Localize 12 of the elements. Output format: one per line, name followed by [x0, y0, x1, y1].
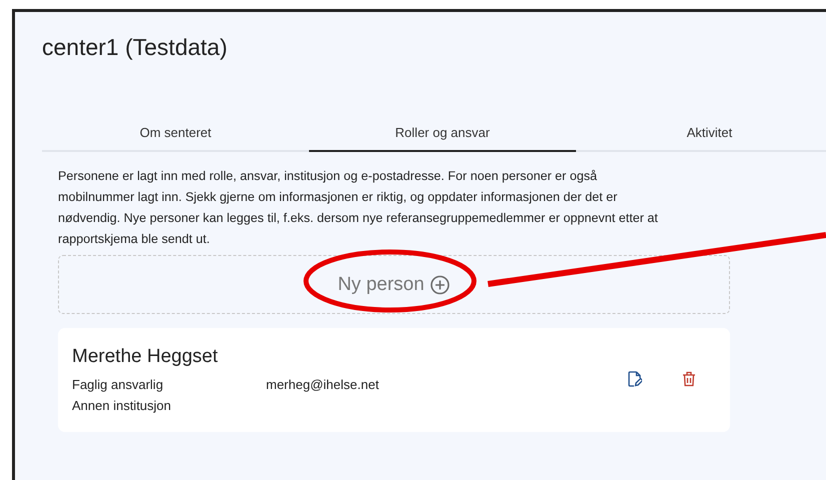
intro-text: Personene er lagt inn med rolle, ansvar, institusjon og e-postadresse. For noen personer er også mobilnummer lagt inn. Sjekk gjerne om informasjonen er riktig, og oppdater informasjonen der det er nødvendig. Nye personer kan legges til, f.eks. dersom nye referansegruppemedlemmer er oppnevnt etter at rapportskjema ble sendt ut.	[58, 168, 659, 248]
person-name: Merethe Heggset	[72, 346, 219, 368]
person-institution: Annen institusjon	[72, 397, 172, 415]
tab[interactable]: Aktivitet	[576, 114, 826, 152]
plus-circle-icon	[430, 274, 450, 294]
person-email: merheg@ihelse.net	[266, 376, 379, 394]
page-title: center1 (Testdata)	[42, 33, 228, 62]
person-role: Faglig ansvarlig	[72, 376, 164, 394]
edit-icon[interactable]	[628, 371, 642, 387]
tab[interactable]: Om senteret	[42, 114, 309, 152]
tab[interactable]: Roller og ansvar	[309, 114, 576, 152]
trash-icon[interactable]	[682, 371, 696, 387]
